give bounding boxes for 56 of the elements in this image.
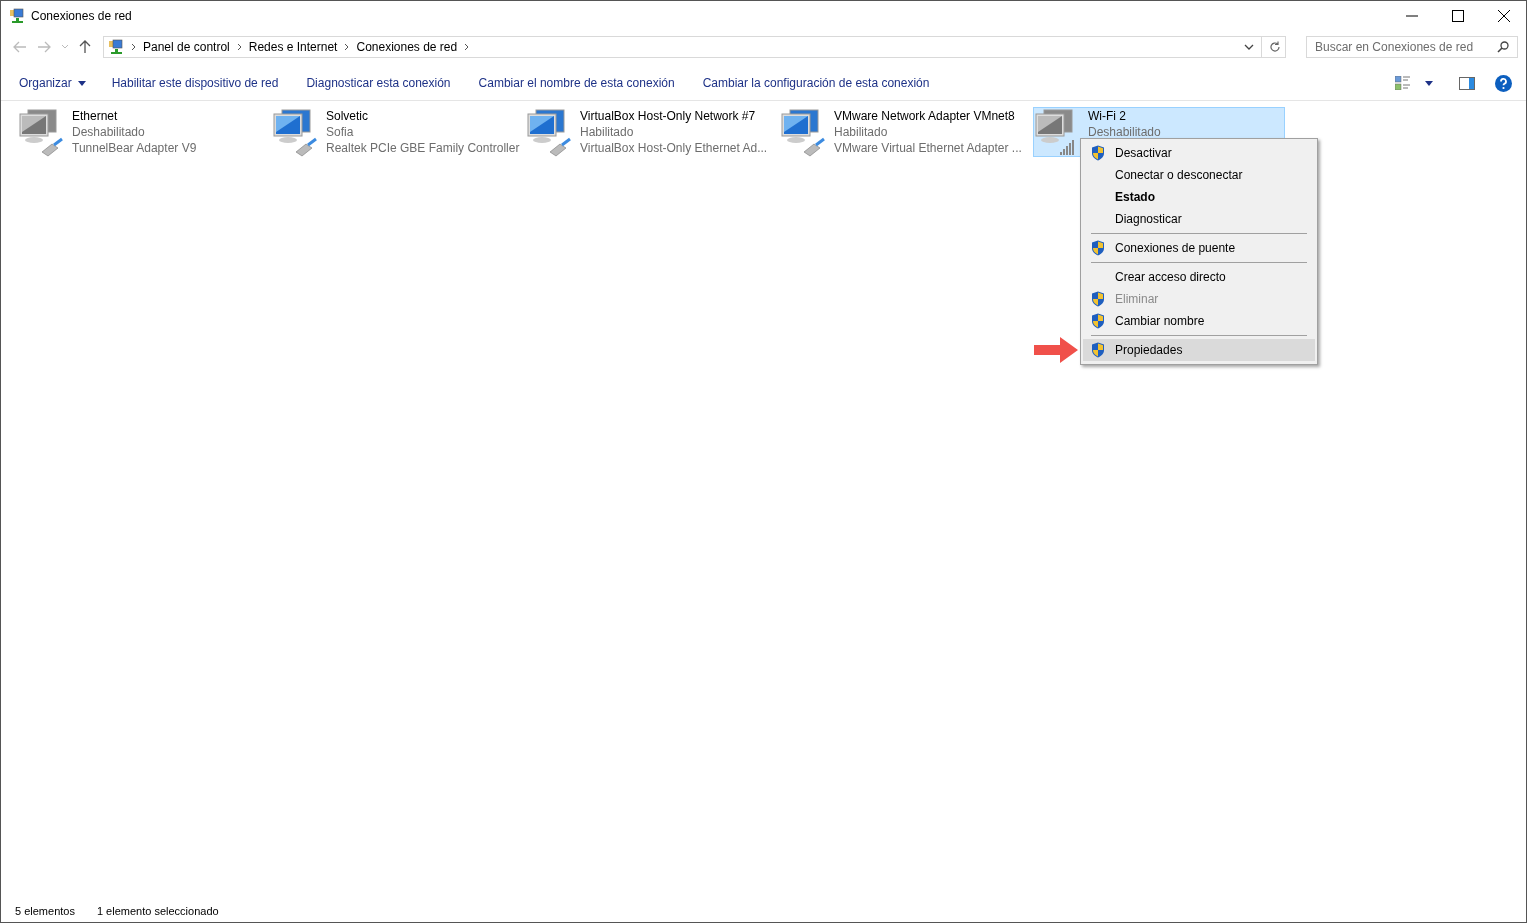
view-options-icon[interactable] [1395,76,1411,90]
organize-button[interactable]: Organizar [11,72,94,94]
help-icon[interactable] [1495,74,1512,92]
connection-status: Habilitado [834,124,889,140]
menu-item[interactable]: Estado [1083,186,1315,208]
connection-item[interactable]: Ethernet Deshabilitado TunnelBear Adapter V9 [17,107,269,157]
dropdown-icon[interactable] [1244,43,1254,51]
connection-status: Deshabilitado [72,124,146,140]
maximize-icon[interactable] [1452,10,1464,22]
connection-name: Solvetic [326,108,370,124]
menu-item[interactable]: Cambiar nombre [1083,310,1315,332]
connection-name: VirtualBox Host-Only Network #7 [580,108,757,124]
selection-count: 1 elemento seleccionado [96,905,219,917]
up-icon[interactable] [79,40,91,54]
connection-item[interactable]: VirtualBox Host-Only Network #7 Habilitado VirtualBox Host-Only Ethernet Ad... [525,107,777,157]
toolbar-command[interactable]: Cambiar el nombre de esta conexión [470,72,683,94]
caret-icon[interactable] [1425,80,1433,86]
connection-item[interactable]: Solvetic Sofia Realtek PCIe GBE Family Controller [271,107,523,157]
item-count: 5 elementos [15,905,75,917]
search-field[interactable]: Buscar en Conexiones de red [1306,36,1518,58]
device-name: VMware Virtual Ethernet Adapter ... [834,140,1022,156]
close-icon[interactable] [1498,10,1510,22]
search-icon [1497,41,1509,53]
connection-status: Deshabilitado [1088,124,1161,140]
network-folder-icon [9,8,25,24]
connection-status: Sofia [326,124,355,140]
chevron-icon[interactable] [464,43,470,51]
connection-name: Wi-Fi 2 [1088,108,1127,124]
device-name: VirtualBox Host-Only Ethernet Ad... [580,140,768,156]
breadcrumb[interactable]: Redes e Internet [248,40,338,54]
chevron-icon[interactable] [236,43,242,51]
chevron-icon[interactable] [344,43,350,51]
connection-item[interactable]: VMware Network Adapter VMnet8 Habilitado VMware Virtual Ethernet Adapter ... [779,107,1031,157]
caret-icon [77,80,86,86]
toolbar-command[interactable]: Cambiar la configuración de esta conexión [694,72,938,94]
menu-item[interactable]: Conectar o desconectar [1083,164,1315,186]
device-name: TunnelBear Adapter V9 [72,140,197,156]
device-name: Realtek PCIe GBE Family Controller [326,140,520,156]
connection-status: Habilitado [580,124,635,140]
breadcrumb[interactable]: Conexiones de red [356,40,458,54]
pointer-arrow [1034,337,1078,363]
address-bar[interactable]: Panel de control Redes e Internet Conexiones de red [103,36,1286,58]
connection-name: Ethernet [72,108,119,124]
menu-item[interactable]: Propiedades [1083,339,1315,361]
preview-pane-icon[interactable] [1459,76,1475,90]
connection-name: VMware Network Adapter VMnet8 [834,108,1016,124]
refresh-icon[interactable] [1269,41,1281,53]
menu-item[interactable]: Conexiones de puente [1083,237,1315,259]
chevron-icon [131,43,136,51]
breadcrumb[interactable]: Panel de control [143,40,230,54]
window-title: Conexiones de red [31,9,132,23]
menu-item[interactable]: Diagnosticar [1083,208,1315,230]
network-folder-icon [108,39,124,55]
menu-item[interactable]: Crear acceso directo [1083,266,1315,288]
toolbar-command[interactable]: Habilitar este dispositivo de red [103,72,287,94]
toolbar-command[interactable]: Diagnosticar esta conexión [298,72,459,94]
